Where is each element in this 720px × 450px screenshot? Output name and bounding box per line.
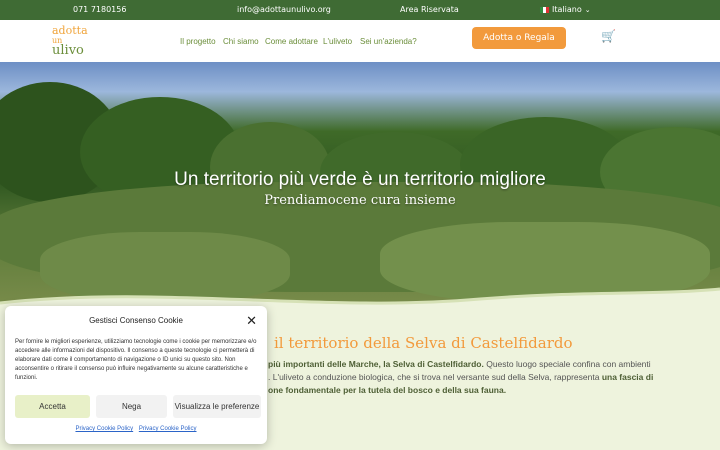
hero-banner: Un territorio più verde è un territorio … — [0, 62, 720, 310]
logo-word-adotta: adotta — [52, 24, 88, 37]
accept-button[interactable]: Accetta — [15, 395, 90, 418]
section-title: il territorio della Selva di Castelfidar… — [274, 334, 573, 352]
language-selector[interactable]: Italiano ⌄ — [540, 5, 591, 14]
close-icon[interactable]: ✕ — [246, 313, 257, 329]
phone-link[interactable]: 071 7180156 — [73, 5, 126, 14]
nav-item-azienda[interactable]: Sei un'azienda? — [360, 37, 417, 46]
nav-item-come-adottare[interactable]: Come adottare — [265, 37, 318, 46]
cart-icon[interactable]: 🛒 — [601, 29, 616, 43]
deny-button[interactable]: Nega — [96, 395, 167, 418]
cookie-consent-dialog: Gestisci Consenso Cookie ✕ Per fornire l… — [5, 306, 267, 444]
language-label: Italiano — [552, 5, 582, 14]
section-text-bold-3: one fondamentale per la tutela del bosco… — [268, 385, 507, 395]
cookie-dialog-title: Gestisci Consenso Cookie — [89, 316, 183, 325]
chevron-down-icon: ⌄ — [584, 5, 591, 14]
reserved-area-link[interactable]: Area Riservata — [400, 5, 459, 14]
section-text-bold-1: più importanti delle Marche, la Selva di… — [268, 359, 484, 369]
top-bar: 071 7180156 info@adottaunulivo.org Area … — [0, 0, 720, 20]
logo-word-ulivo: ulivo — [52, 43, 84, 58]
cookie-dialog-text: Per fornire le migliori esperienze, util… — [15, 339, 257, 381]
section-text: più importanti delle Marche, la Selva di… — [268, 358, 708, 397]
italian-flag-icon — [540, 6, 549, 13]
nav-item-progetto[interactable]: Il progetto — [180, 37, 216, 46]
preferences-button[interactable]: Visualizza le preferenze — [173, 395, 261, 418]
privacy-cookie-policy-link-2[interactable]: Privacy Cookie Policy — [139, 426, 197, 432]
privacy-cookie-policy-link-1[interactable]: Privacy Cookie Policy — [75, 426, 133, 432]
cookie-policy-links: Privacy Cookie Policy Privacy Cookie Pol… — [5, 426, 267, 432]
nav-item-chi-siamo[interactable]: Chi siamo — [223, 37, 259, 46]
email-link[interactable]: info@adottaunulivo.org — [237, 5, 331, 14]
site-logo[interactable]: adotta un ulivo — [52, 24, 102, 58]
hero-title: Un territorio più verde è un territorio … — [174, 169, 546, 190]
adopt-button[interactable]: Adotta o Regala — [472, 27, 566, 49]
nav-item-uliveto[interactable]: L'uliveto — [323, 37, 352, 46]
section-text-1: Questo luogo speciale confina con ambien… — [483, 359, 651, 369]
section-text-bold-2: una fascia di — [601, 372, 654, 382]
hero-subtitle: Prendiamocene cura insieme — [264, 193, 456, 208]
section-text-2: . L'uliveto a conduzione biologica, che … — [268, 372, 602, 382]
